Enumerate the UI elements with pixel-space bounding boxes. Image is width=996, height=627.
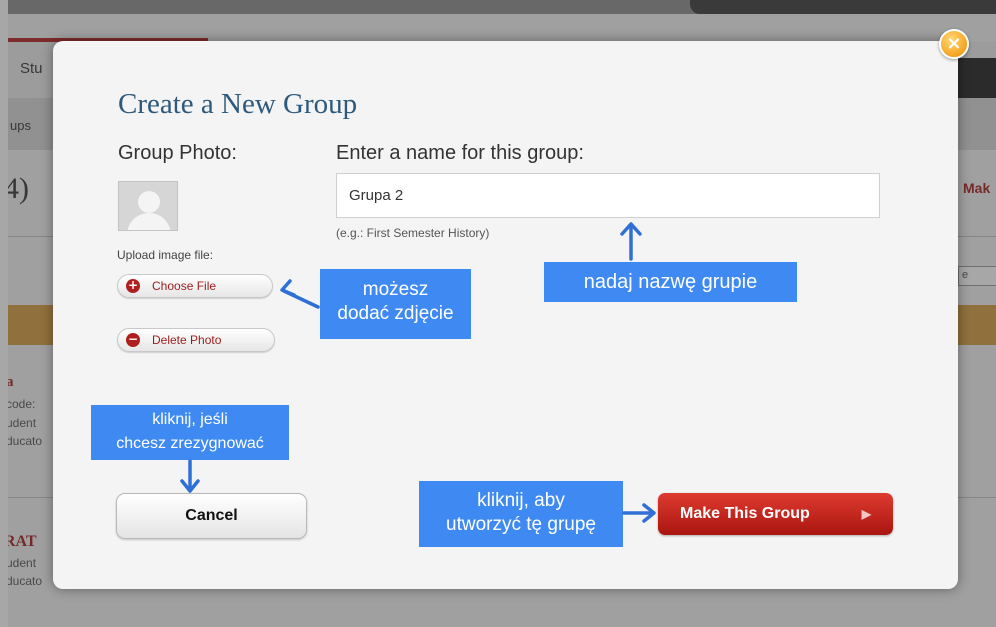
callout-text: chcesz zrezygnować: [116, 435, 264, 452]
callout-text: dodać zdjęcie: [337, 303, 454, 324]
cancel-button[interactable]: Cancel: [116, 493, 307, 539]
callout-make-group: kliknij, aby utworzyć tę grupę: [419, 481, 623, 547]
make-group-button[interactable]: Make This Group ▶: [658, 493, 893, 535]
group-photo-placeholder: [118, 181, 178, 231]
group-name-label: Enter a name for this group:: [336, 142, 584, 164]
delete-photo-label: Delete Photo: [152, 333, 222, 347]
upload-image-label: Upload image file:: [117, 248, 214, 262]
callout-cancel: kliknij, jeśli chcesz zrezygnować: [91, 405, 289, 460]
callout-text: możesz: [362, 279, 429, 300]
make-group-label: Make This Group: [680, 505, 810, 522]
minus-icon: −: [126, 332, 140, 347]
group-name-input[interactable]: [336, 173, 880, 218]
plus-icon: +: [126, 278, 140, 293]
callout-text: kliknij, jeśli: [152, 411, 228, 428]
close-icon[interactable]: ×: [939, 29, 969, 59]
group-name-example: (e.g.: First Semester History): [336, 226, 490, 240]
choose-file-label: Choose File: [152, 279, 217, 293]
callout-name-group: nadaj nazwę grupie: [544, 262, 797, 302]
delete-photo-button[interactable]: − Delete Photo: [117, 328, 275, 352]
callout-text: kliknij, aby: [477, 490, 565, 511]
avatar-body-shape: [127, 213, 171, 230]
dialog-title: Create a New Group: [118, 88, 358, 120]
callout-text: nadaj nazwę grupie: [583, 271, 758, 293]
callout-add-photo: możesz dodać zdjęcie: [320, 269, 471, 339]
callout-text: utworzyć tę grupę: [446, 514, 596, 535]
group-photo-label: Group Photo:: [118, 142, 237, 164]
play-arrow-icon: ▶: [861, 507, 871, 521]
avatar-head-shape: [138, 191, 160, 213]
choose-file-button[interactable]: + Choose File: [117, 274, 273, 298]
